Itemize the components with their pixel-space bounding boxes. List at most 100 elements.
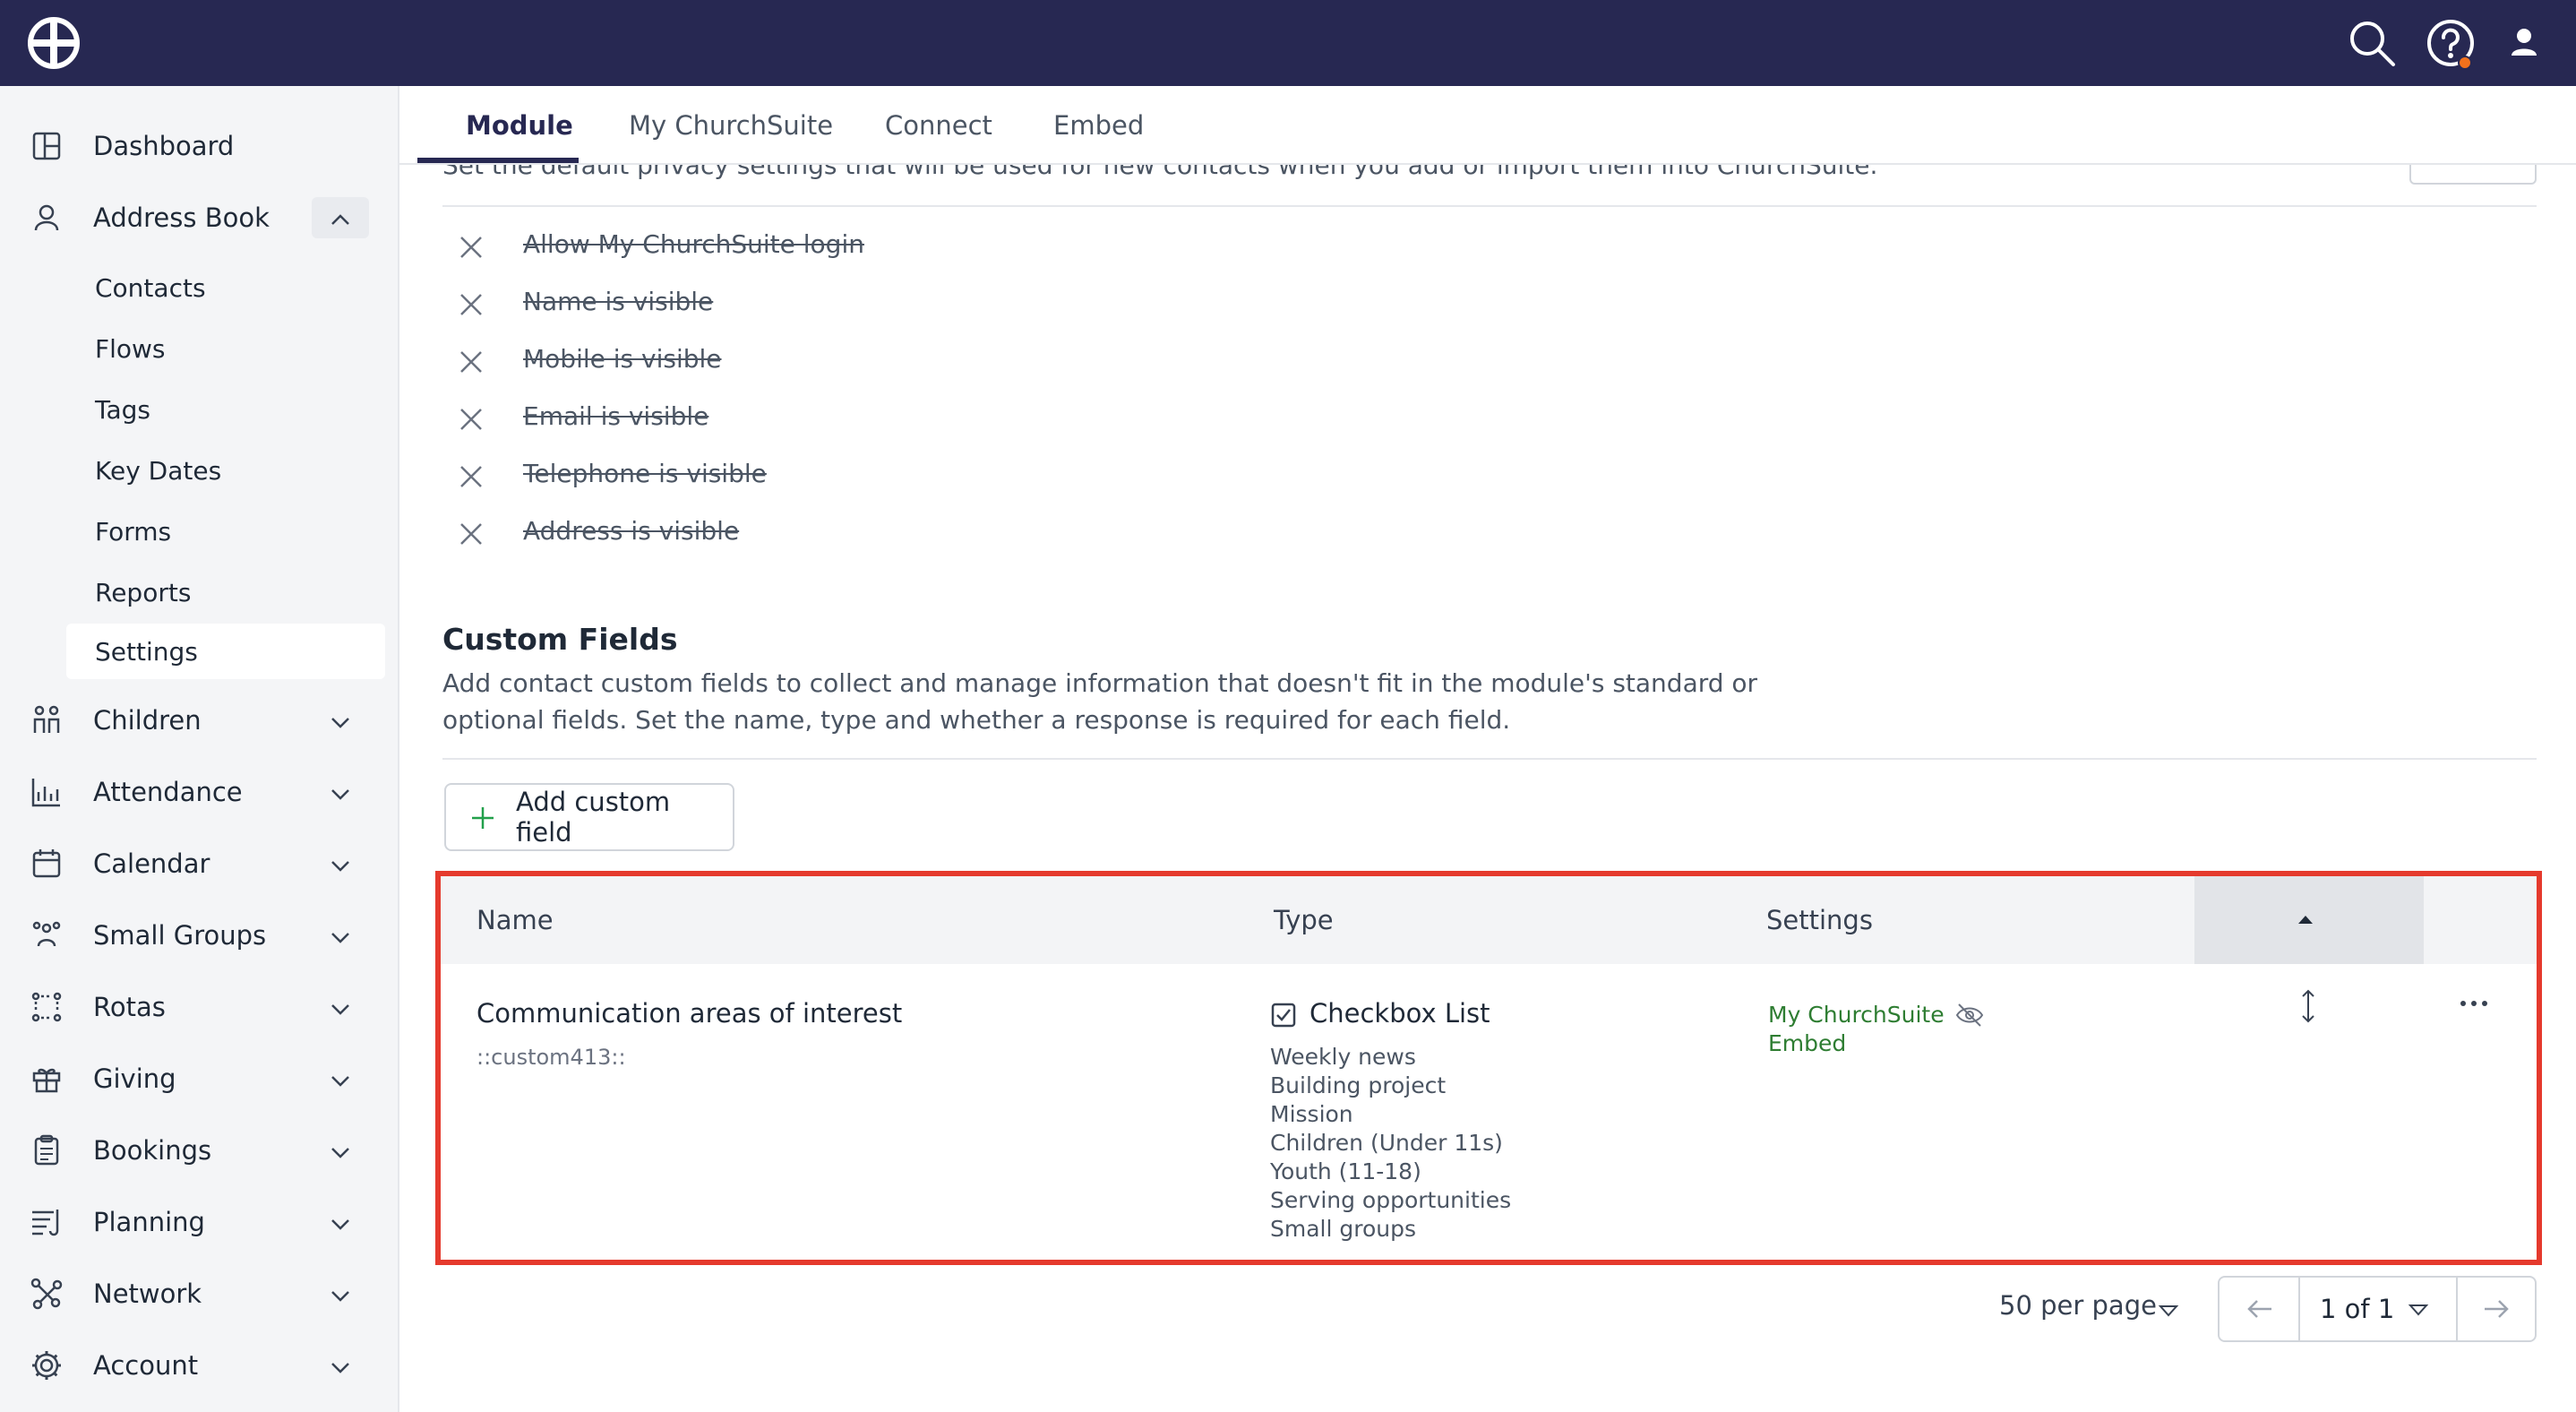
field-key: ::custom413:: — [477, 1045, 626, 1070]
chevron-down-icon[interactable] — [2155, 1297, 2182, 1324]
chevron-down-icon — [331, 1076, 349, 1087]
sidebar-subitem-contacts[interactable]: Contacts — [66, 260, 385, 315]
sidebar-subitem-settings[interactable]: Settings — [66, 624, 385, 679]
cross-icon — [460, 237, 482, 258]
tab-connect[interactable]: Connect — [885, 86, 992, 165]
custom-fields-table: Name Type Settings Communication areas o… — [435, 871, 2542, 1265]
sidebar-item-label: Planning — [93, 1207, 205, 1237]
option-item: Weekly news — [1270, 1044, 1416, 1070]
sidebar-subitem-reports[interactable]: Reports — [66, 564, 385, 620]
sidebar: Dashboard Address Book Contacts Flows Ta… — [0, 86, 399, 1412]
sidebar-item-giving[interactable]: Giving — [0, 1049, 399, 1108]
person-icon — [34, 204, 59, 231]
chevron-down-icon — [331, 1004, 349, 1015]
privacy-item-label: Name is visible — [523, 287, 714, 316]
notification-dot — [2458, 56, 2472, 70]
sidebar-item-label: Children — [93, 705, 202, 736]
chevron-down-icon — [331, 789, 349, 800]
planning-icon — [32, 1210, 59, 1236]
eye-slash-icon — [1955, 1003, 1984, 1027]
privacy-item-label: Telephone is visible — [523, 459, 767, 488]
module-tabs: Module My ChurchSuite Connect Embed — [399, 86, 2576, 165]
pagination: 1 of 1 — [2218, 1276, 2537, 1342]
sort-column-header[interactable] — [2194, 876, 2424, 964]
sidebar-subitem-flows[interactable]: Flows — [66, 321, 385, 376]
tab-embed[interactable]: Embed — [1053, 86, 1144, 165]
privacy-item-label: Email is visible — [523, 401, 709, 431]
option-item: Serving opportunities — [1270, 1187, 1512, 1213]
divider — [442, 205, 2537, 207]
more-options-icon[interactable] — [2456, 994, 2492, 1012]
arrow-right-icon[interactable] — [2481, 1296, 2512, 1322]
sidebar-item-rotas[interactable]: Rotas — [0, 977, 399, 1037]
field-options: Weekly news Building project Mission Chi… — [1270, 1043, 1511, 1244]
sidebar-item-children[interactable]: Children — [0, 691, 399, 750]
subitem-label: Settings — [95, 636, 198, 667]
sidebar-item-label: Bookings — [93, 1135, 212, 1166]
divider — [442, 758, 2537, 760]
sidebar-item-label: Dashboard — [93, 131, 235, 161]
sidebar-item-bookings[interactable]: Bookings — [0, 1121, 399, 1180]
privacy-item: Name is visible — [442, 276, 1517, 333]
subitem-label: Tags — [95, 394, 150, 425]
cross-icon — [460, 466, 482, 487]
option-item: Children (Under 11s) — [1270, 1130, 1503, 1156]
sidebar-item-label: Small Groups — [93, 920, 267, 951]
chevron-down-icon — [331, 1291, 349, 1302]
option-item: Mission — [1270, 1101, 1353, 1127]
dashboard-icon — [32, 132, 61, 160]
sidebar-item-label: Rotas — [93, 992, 166, 1022]
search-icon[interactable] — [2347, 18, 2397, 68]
subitem-label: Contacts — [95, 272, 206, 303]
cross-icon — [460, 294, 482, 315]
sidebar-item-dashboard[interactable]: Dashboard — [0, 116, 399, 176]
chevron-down-icon — [331, 718, 349, 728]
arrow-left-icon[interactable] — [2245, 1296, 2275, 1322]
column-header-name[interactable]: Name — [477, 876, 554, 964]
privacy-item: Mobile is visible — [442, 333, 1517, 391]
column-header-settings[interactable]: Settings — [1766, 876, 1873, 964]
sidebar-item-address-book[interactable]: Address Book — [0, 188, 399, 247]
tab-module[interactable]: Module — [466, 86, 573, 165]
checkbox-icon — [1271, 1003, 1296, 1028]
drag-reorder-icon[interactable] — [2295, 987, 2322, 1025]
active-tab-indicator — [417, 158, 579, 163]
plus-icon — [472, 807, 494, 829]
top-bar — [0, 0, 2576, 86]
option-item: Small groups — [1270, 1216, 1417, 1242]
chevron-down-icon[interactable] — [2406, 1297, 2431, 1322]
privacy-item-label: Allow My ChurchSuite login — [523, 229, 864, 259]
tab-my-churchsuite[interactable]: My ChurchSuite — [629, 86, 833, 165]
sidebar-item-calendar[interactable]: Calendar — [0, 834, 399, 893]
chart-icon — [31, 779, 60, 807]
sidebar-item-label: Giving — [93, 1063, 176, 1094]
privacy-item: Allow My ChurchSuite login — [442, 219, 1517, 276]
churchsuite-logo-icon[interactable] — [27, 16, 81, 70]
sidebar-item-label: Address Book — [93, 202, 270, 233]
sidebar-subitem-tags[interactable]: Tags — [66, 382, 385, 437]
sidebar-item-planning[interactable]: Planning — [0, 1192, 399, 1252]
subitem-label: Reports — [95, 577, 192, 607]
sidebar-subitem-key-dates[interactable]: Key Dates — [66, 443, 385, 498]
sidebar-item-account[interactable]: Account — [0, 1336, 399, 1395]
pager-divider — [2456, 1278, 2458, 1340]
add-custom-field-button[interactable]: Add custom field — [444, 783, 734, 851]
sidebar-item-small-groups[interactable]: Small Groups — [0, 906, 399, 965]
sidebar-subitem-forms[interactable]: Forms — [66, 504, 385, 559]
table-header: Name Type Settings — [441, 876, 2537, 964]
sidebar-item-label: Network — [93, 1279, 202, 1309]
page-select[interactable]: 1 of 1 — [2320, 1294, 2394, 1324]
chevron-down-icon — [331, 1219, 349, 1230]
user-avatar-icon[interactable] — [2499, 18, 2549, 68]
sidebar-item-attendance[interactable]: Attendance — [0, 762, 399, 822]
option-item: Youth (11-18) — [1270, 1158, 1421, 1184]
group-icon — [32, 921, 61, 947]
pager-divider — [2298, 1278, 2300, 1340]
column-header-type[interactable]: Type — [1274, 876, 1334, 964]
gift-icon — [32, 1068, 61, 1093]
sidebar-item-network[interactable]: Network — [0, 1264, 399, 1323]
per-page-select[interactable]: 50 per page — [1999, 1290, 2157, 1321]
cross-icon — [460, 409, 482, 430]
network-icon — [30, 1278, 63, 1310]
rotas-icon — [31, 992, 62, 1022]
